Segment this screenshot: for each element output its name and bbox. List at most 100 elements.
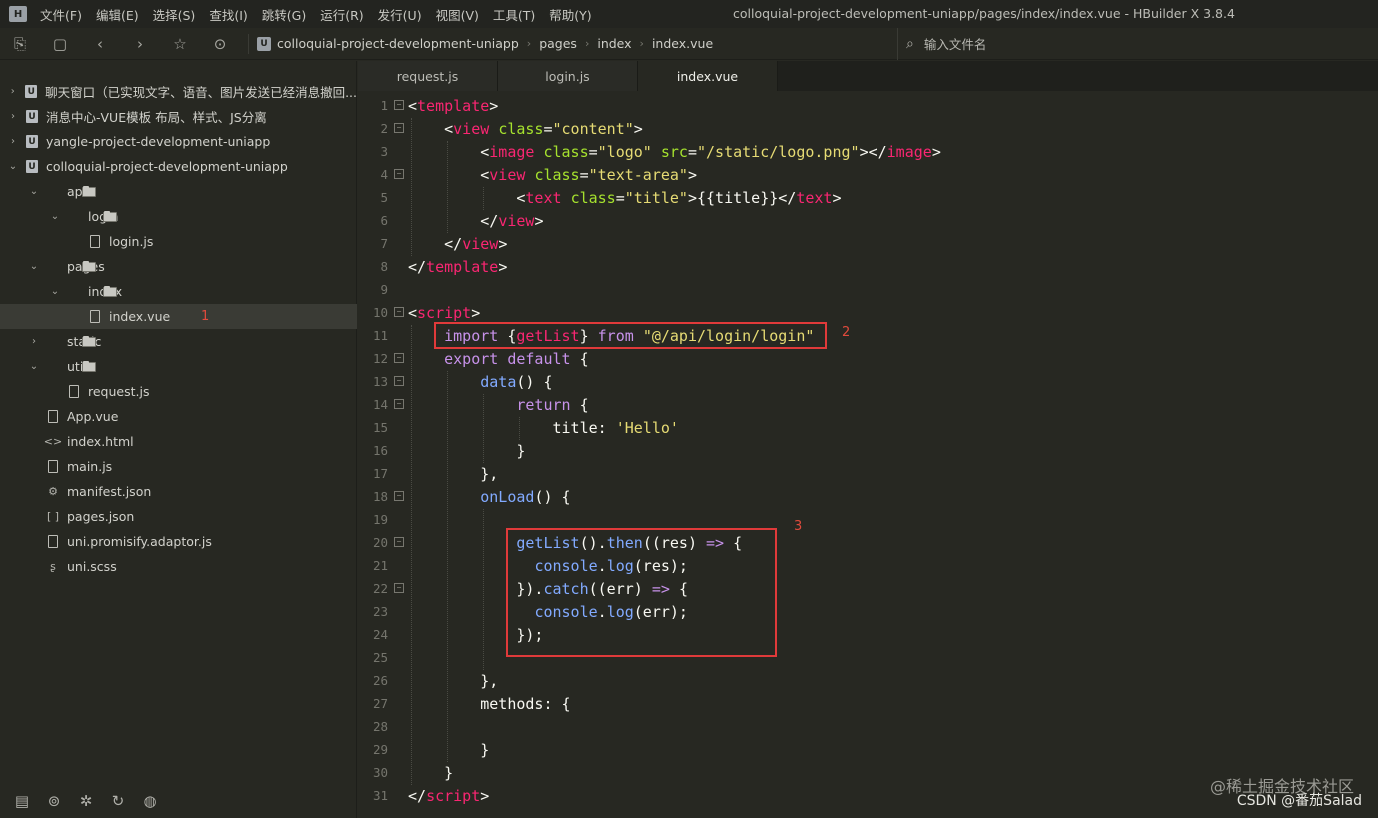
folder-icon [45, 360, 96, 374]
code-line: export default { [444, 350, 589, 368]
folder-icon [66, 285, 117, 299]
new-file-icon[interactable]: ⎘ [0, 28, 40, 60]
tree-item-chat-window[interactable]: › U 聊天窗口（已实现文字、语音、图片发送已经消息撤回... [0, 79, 357, 104]
chevron-right-icon: › [526, 37, 532, 50]
menu-help[interactable]: 帮助(Y) [542, 5, 598, 24]
breadcrumb-pages[interactable]: pages [539, 36, 577, 51]
tree-item-api[interactable]: ⌄ api [0, 179, 357, 204]
menu-goto[interactable]: 跳转(G) [255, 5, 313, 24]
line-number: 3 [380, 144, 388, 159]
project-icon: U [24, 85, 40, 99]
annotation-number: 3 [794, 519, 803, 534]
explorer-icon[interactable]: ▤ [6, 792, 38, 810]
tree-item-yangle-project[interactable]: › Uyangle-project-development-uniapp [0, 129, 357, 154]
breadcrumb-project[interactable]: colloquial-project-development-uniapp [277, 36, 519, 51]
back-icon[interactable]: ‹ [80, 28, 120, 60]
tree-item-pages-json[interactable]: [ ] pages.json [0, 504, 357, 529]
line-number: 21 [372, 558, 388, 573]
tree-item-index-html[interactable]: <> index.html [0, 429, 357, 454]
tab-login-js[interactable]: login.js [498, 61, 638, 91]
menu-file[interactable]: 文件(F) [33, 5, 89, 24]
fold-toggle-icon[interactable] [394, 169, 404, 179]
tree-item-label: App.vue [67, 409, 119, 424]
fold-toggle-icon[interactable] [394, 353, 404, 363]
chevron-down-icon[interactable]: ⌄ [27, 361, 41, 372]
line-number: 13 [372, 374, 388, 389]
menu-find[interactable]: 查找(I) [202, 5, 254, 24]
tab-request-js[interactable]: request.js [358, 61, 498, 91]
tree-item-request-js[interactable]: request.js [0, 379, 357, 404]
fold-toggle-icon[interactable] [394, 399, 404, 409]
run-icon[interactable]: ⊙ [200, 28, 240, 60]
tree-item-static[interactable]: ›static [0, 329, 357, 354]
menu-tools[interactable]: 工具(T) [486, 5, 542, 24]
tree-item-main-js[interactable]: main.js [0, 454, 357, 479]
line-number: 27 [372, 696, 388, 711]
chevron-down-icon[interactable]: ⌄ [48, 211, 62, 222]
code-line: return { [516, 396, 589, 414]
tree-item-manifest-json[interactable]: ⚙ manifest.json [0, 479, 357, 504]
code-line: data() { [480, 373, 553, 391]
chevron-right-icon[interactable]: › [6, 136, 20, 147]
code-line: }, [480, 672, 499, 690]
chevron-right-icon[interactable]: › [27, 336, 41, 347]
tree-item-index-vue[interactable]: index.vue 1 [0, 304, 357, 329]
file-search-input[interactable] [923, 36, 1224, 52]
tree-item-app-vue[interactable]: App.vue [0, 404, 357, 429]
chevron-down-icon[interactable]: ⌄ [6, 161, 20, 172]
annotation-number: 2 [842, 325, 851, 340]
save-icon[interactable]: ▢ [40, 28, 80, 60]
debug-icon[interactable]: ✲ [70, 792, 102, 810]
fold-toggle-icon[interactable] [394, 376, 404, 386]
menu-select[interactable]: 选择(S) [146, 5, 203, 24]
breadcrumb-file[interactable]: index.vue [652, 36, 713, 51]
breadcrumb-index[interactable]: index [597, 36, 631, 51]
chevron-down-icon[interactable]: ⌄ [27, 261, 41, 272]
tree-item-message-center[interactable]: › U 消息中心-VUE模板 布局、样式、JS分离 [0, 104, 357, 129]
tree-item-uni-scss[interactable]: ʂ uni.scss [0, 554, 357, 579]
menu-view[interactable]: 视图(V) [429, 5, 486, 24]
menu-publish[interactable]: 发行(U) [371, 5, 429, 24]
code-line: </view> [444, 235, 508, 253]
folder-icon [45, 335, 96, 349]
tree-item-utils[interactable]: ⌄ utils [0, 354, 357, 379]
fold-toggle-icon[interactable] [394, 537, 404, 547]
tree-item-index-folder[interactable]: ⌄index [0, 279, 357, 304]
tree-item-label: pages.json [67, 509, 135, 524]
git-icon[interactable]: ↻ [102, 792, 134, 810]
js-file-icon [45, 460, 61, 474]
project-icon: U [24, 135, 40, 149]
line-number: 28 [372, 719, 388, 734]
forward-icon[interactable]: › [120, 28, 160, 60]
tree-item-login-js[interactable]: login.js [0, 229, 357, 254]
fold-toggle-icon[interactable] [394, 123, 404, 133]
fold-toggle-icon[interactable] [394, 491, 404, 501]
tree-item-promisify-js[interactable]: uni.promisify.adaptor.js [0, 529, 357, 554]
code-editor[interactable]: 1 2 3 4 5 6 7 8 9 10 11 12 13 14 15 16 1… [358, 95, 1378, 818]
folder-icon [45, 185, 96, 199]
fold-toggle-icon[interactable] [394, 583, 404, 593]
line-number: 14 [372, 397, 388, 412]
line-number: 5 [380, 190, 388, 205]
chevron-right-icon[interactable]: › [6, 111, 20, 122]
tree-item-label: yangle-project-development-uniapp [46, 134, 271, 149]
chevron-down-icon[interactable]: ⌄ [48, 286, 62, 297]
menu-run[interactable]: 运行(R) [313, 5, 370, 24]
tree-item-colloquial-project[interactable]: ⌄ Ucolloquial-project-development-uniapp [0, 154, 357, 179]
fold-toggle-icon[interactable] [394, 307, 404, 317]
code-line: <image class="logo" src="/static/logo.pn… [480, 143, 941, 161]
menu-edit[interactable]: 编辑(E) [89, 5, 146, 24]
line-number: 8 [380, 259, 388, 274]
chevron-down-icon[interactable]: ⌄ [27, 186, 41, 197]
tree-item-login-folder[interactable]: ⌄login [0, 204, 357, 229]
fold-toggle-icon[interactable] [394, 100, 404, 110]
chevron-right-icon[interactable]: › [6, 86, 20, 97]
binoculars-icon[interactable]: ⊚ [38, 792, 70, 810]
settings-file-icon: ⚙ [48, 485, 58, 498]
star-icon[interactable]: ☆ [160, 28, 200, 60]
tree-item-label: uni.scss [67, 559, 117, 574]
tab-index-vue[interactable]: index.vue [638, 61, 778, 91]
project-icon: U [24, 110, 40, 124]
tree-item-pages[interactable]: ⌄pages [0, 254, 357, 279]
browser-icon[interactable]: ◍ [134, 792, 166, 810]
